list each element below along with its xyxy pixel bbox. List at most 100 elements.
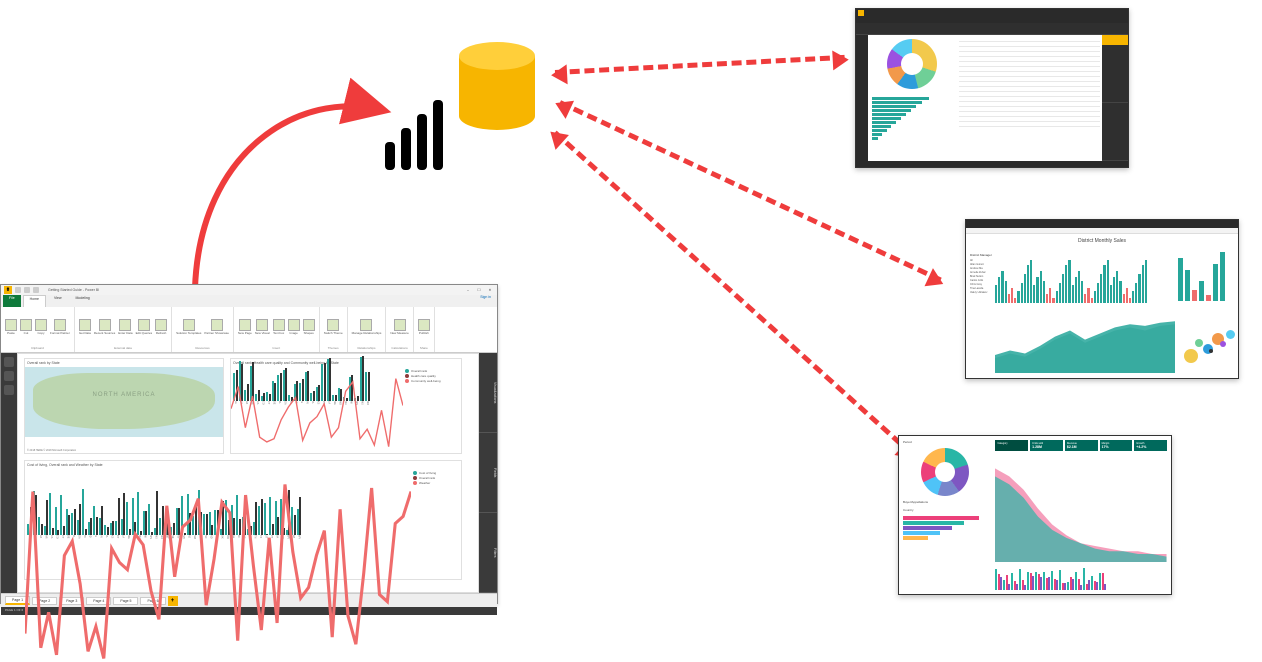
- maximize-button[interactable]: ☐: [475, 288, 483, 292]
- slicer-district-manager[interactable]: District Manager AllAllan GuinotAndrew M…: [970, 247, 992, 373]
- kpi-card[interactable]: Revenue$2.1M: [1065, 440, 1098, 451]
- qat-redo-icon[interactable]: [33, 287, 39, 293]
- ribbon-button[interactable]: Switch Theme: [324, 319, 343, 335]
- slicer-item[interactable]: Carlos Grilo: [970, 279, 992, 282]
- pane-fields[interactable]: [1102, 103, 1128, 161]
- close-button[interactable]: ✕: [486, 288, 494, 292]
- qat-save-icon[interactable]: [15, 287, 21, 293]
- ribbon-group-label: Share: [420, 346, 428, 350]
- ribbon-button-icon: [119, 319, 131, 331]
- ribbon-button[interactable]: Manage Relationships: [352, 319, 382, 335]
- legend-item: Cost of living: [413, 471, 459, 475]
- ribbon-button[interactable]: Partner Showcase: [204, 319, 229, 335]
- hbar-segment: [872, 129, 887, 132]
- page-tabs: Page 1Page 2Page 3Page 4Page 5Page 6+: [1, 593, 497, 607]
- slicer-item[interactable]: Valery Ushakov: [970, 291, 992, 294]
- slicer-item[interactable]: Andrew Ma: [970, 267, 992, 270]
- ribbon-button[interactable]: New Measure: [390, 319, 409, 335]
- ribbon-button[interactable]: Cut: [20, 319, 32, 335]
- add-page-button[interactable]: +: [168, 596, 178, 606]
- ribbon: [856, 23, 1128, 35]
- visual-area-trend[interactable]: [995, 312, 1175, 374]
- report-canvas: [868, 35, 1102, 161]
- pane-visualizations[interactable]: Visualizations: [479, 353, 497, 433]
- data-view-icon[interactable]: [4, 371, 14, 381]
- table-cell: [1040, 122, 1060, 127]
- ribbon-button-label: Refresh: [156, 332, 167, 335]
- visual-grouped-column[interactable]: [995, 566, 1167, 590]
- tab-modeling[interactable]: Modeling: [70, 295, 96, 307]
- sign-in-link[interactable]: Sign in: [480, 295, 491, 307]
- ribbon-button[interactable]: Edit Queries: [136, 319, 153, 335]
- ribbon-button[interactable]: Get Data: [79, 319, 91, 335]
- ribbon-button[interactable]: Recent Sources: [94, 319, 115, 335]
- view-switcher-rail: [1, 353, 17, 593]
- ribbon-button-label: Paste: [7, 332, 15, 335]
- ribbon-button[interactable]: Paste: [5, 319, 17, 335]
- hbar-segment: [872, 125, 891, 128]
- label-segment: Buyer/Appellations: [903, 500, 987, 504]
- ribbon-button[interactable]: Enter Data: [118, 319, 132, 335]
- ribbon-button-label: Manage Relationships: [352, 332, 382, 335]
- visual-column-variance[interactable]: [995, 247, 1175, 309]
- page-tab[interactable]: Page 6: [140, 597, 165, 605]
- powerbi-logo-bars-icon: [385, 100, 443, 170]
- page-tab[interactable]: Page 2: [32, 597, 57, 605]
- slicer-item[interactable]: Brad Sutton: [970, 275, 992, 278]
- slicer-item[interactable]: Annelie Zubar: [970, 271, 992, 274]
- ribbon-button-label: Shapes: [304, 332, 314, 335]
- tab-file[interactable]: File: [3, 295, 21, 307]
- ribbon-button-icon: [20, 319, 32, 331]
- visual-scatter[interactable]: [1178, 312, 1234, 366]
- pane-filters[interactable]: Filters: [479, 513, 497, 593]
- pane-visualizations[interactable]: [1102, 45, 1128, 103]
- ribbon-button-icon: [155, 319, 167, 331]
- visual-hbar[interactable]: [903, 516, 987, 540]
- table-row[interactable]: [959, 122, 1100, 127]
- ribbon-button[interactable]: Publish: [418, 319, 430, 335]
- page-tab[interactable]: Page 3: [59, 597, 84, 605]
- kpi-card[interactable]: Units sold1.28M: [1030, 440, 1063, 451]
- slicer-item[interactable]: Chris Gray: [970, 283, 992, 286]
- ribbon-button[interactable]: Shapes: [303, 319, 315, 335]
- ribbon-button[interactable]: Solution Templates: [176, 319, 201, 335]
- ribbon-button[interactable]: Image: [288, 319, 300, 335]
- ribbon-button[interactable]: Copy: [35, 319, 47, 335]
- visual-donut[interactable]: [921, 448, 969, 496]
- pane-fields[interactable]: Fields: [479, 433, 497, 513]
- report-canvas[interactable]: Overall rank by State NORTH AMERICA © 20…: [17, 353, 479, 593]
- minimize-button[interactable]: –: [464, 288, 472, 292]
- ribbon-button[interactable]: New Page: [238, 319, 252, 335]
- model-view-icon[interactable]: [4, 385, 14, 395]
- hbar-segment: [903, 526, 952, 530]
- page-tab[interactable]: Page 5: [113, 597, 138, 605]
- report-view-icon[interactable]: [4, 357, 14, 367]
- hbar-segment: [872, 101, 922, 104]
- ribbon-button[interactable]: Refresh: [155, 319, 167, 335]
- visual-table[interactable]: [959, 37, 1100, 127]
- visual-waterfall[interactable]: [1178, 247, 1234, 301]
- slicer-item[interactable]: All: [970, 259, 992, 262]
- ribbon-button[interactable]: New Visual: [255, 319, 270, 335]
- ribbon-group: New MeasureCalculations: [386, 307, 414, 352]
- page-tab[interactable]: Page 4: [86, 597, 111, 605]
- visual-area-trend[interactable]: [995, 455, 1167, 562]
- visual-combo-2[interactable]: Cost of living, Overall rank and Weather…: [24, 460, 462, 580]
- visual-donut[interactable]: [887, 39, 937, 89]
- kpi-card[interactable]: Growth+4.2%: [1134, 440, 1167, 451]
- kpi-card[interactable]: Margin17%: [1100, 440, 1133, 451]
- ribbon-button[interactable]: Text box: [273, 319, 285, 335]
- slicer-item[interactable]: Tina Lassila: [970, 287, 992, 290]
- page-tab[interactable]: Page 1: [5, 596, 30, 605]
- ribbon-button[interactable]: Format Painter: [50, 319, 70, 335]
- app-badge-icon: [858, 10, 864, 16]
- ribbon-button-icon: [360, 319, 372, 331]
- tab-home[interactable]: Home: [23, 295, 46, 307]
- qat-undo-icon[interactable]: [24, 287, 30, 293]
- visual-hbar[interactable]: [872, 97, 953, 140]
- visual-map[interactable]: Overall rank by State NORTH AMERICA © 20…: [24, 358, 224, 454]
- tab-view[interactable]: View: [48, 295, 68, 307]
- visual-title: Overall rank by State: [25, 359, 223, 367]
- slicer-item[interactable]: Allan Guinot: [970, 263, 992, 266]
- visual-combo-1[interactable]: Overall rank, Health care quality and Co…: [230, 358, 462, 454]
